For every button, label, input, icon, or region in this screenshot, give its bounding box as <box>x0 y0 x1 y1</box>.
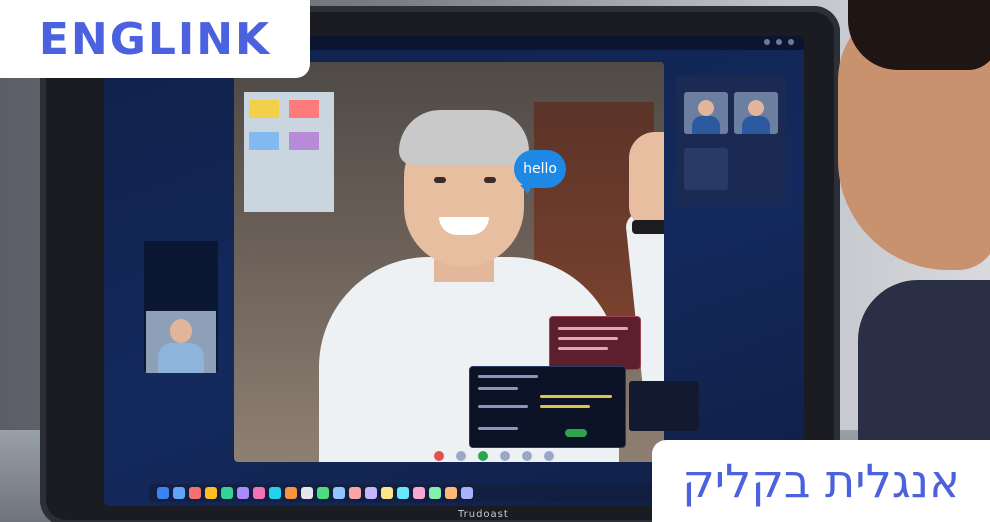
dock-app-icon[interactable] <box>285 487 297 499</box>
call-controls <box>434 451 594 473</box>
dock-app-icon[interactable] <box>157 487 169 499</box>
teacher-hair <box>399 110 529 165</box>
dock-app-icon[interactable] <box>269 487 281 499</box>
participant-tile[interactable] <box>734 92 778 134</box>
hello-chat-bubble: hello <box>514 150 566 194</box>
dock-app-icon[interactable] <box>253 487 265 499</box>
more-icon[interactable] <box>544 451 554 461</box>
dock-app-icon[interactable] <box>317 487 329 499</box>
chat-icon[interactable] <box>478 451 488 461</box>
teacher-eye-right <box>484 177 496 183</box>
teacher-eye-left <box>434 177 446 183</box>
status-icons <box>764 39 794 45</box>
logo-badge: ENGLINK <box>0 0 310 78</box>
dock-app-icon[interactable] <box>381 487 393 499</box>
student-hair <box>848 0 990 70</box>
dock-app-icon[interactable] <box>349 487 361 499</box>
dock-app-icon[interactable] <box>173 487 185 499</box>
dock-app-icon[interactable] <box>413 487 425 499</box>
mic-icon[interactable] <box>434 451 444 461</box>
participants-panel[interactable] <box>676 76 786 206</box>
brand-logo: ENGLINK <box>38 13 272 65</box>
dock-app-icon[interactable] <box>429 487 441 499</box>
self-view-panel[interactable] <box>144 241 218 373</box>
send-button[interactable] <box>565 429 587 437</box>
dock-app-icon[interactable] <box>365 487 377 499</box>
classroom-board <box>244 92 334 212</box>
wristwatch <box>632 220 664 234</box>
dock-app-icon[interactable] <box>445 487 457 499</box>
waving-hand <box>629 132 664 227</box>
participant-tile[interactable] <box>684 148 728 190</box>
camera-icon[interactable] <box>456 451 466 461</box>
dock-app-icon[interactable] <box>205 487 217 499</box>
laptop-screen: hello <box>104 36 804 506</box>
laptop-brand-label: Trudoast <box>458 509 509 520</box>
dock-app-icon[interactable] <box>221 487 233 499</box>
chat-message-popup[interactable] <box>549 316 641 370</box>
participants-icon[interactable] <box>522 451 532 461</box>
participant-list[interactable] <box>629 381 699 431</box>
dock-app-icon[interactable] <box>461 487 473 499</box>
dock-app-icon[interactable] <box>301 487 313 499</box>
dock-app-icon[interactable] <box>333 487 345 499</box>
brand-tagline: אנגלית בקליק <box>682 454 960 508</box>
chat-panel[interactable] <box>469 366 626 448</box>
promo-scene: hello Trudoast ENGLINK אנגלית בקליק <box>0 0 990 522</box>
dock-app-icon[interactable] <box>237 487 249 499</box>
self-video-tile[interactable] <box>146 311 216 373</box>
share-screen-icon[interactable] <box>500 451 510 461</box>
tagline-badge: אנגלית בקליק <box>652 440 990 522</box>
participant-tile[interactable] <box>684 92 728 134</box>
dock-app-icon[interactable] <box>189 487 201 499</box>
dock-app-icon[interactable] <box>397 487 409 499</box>
